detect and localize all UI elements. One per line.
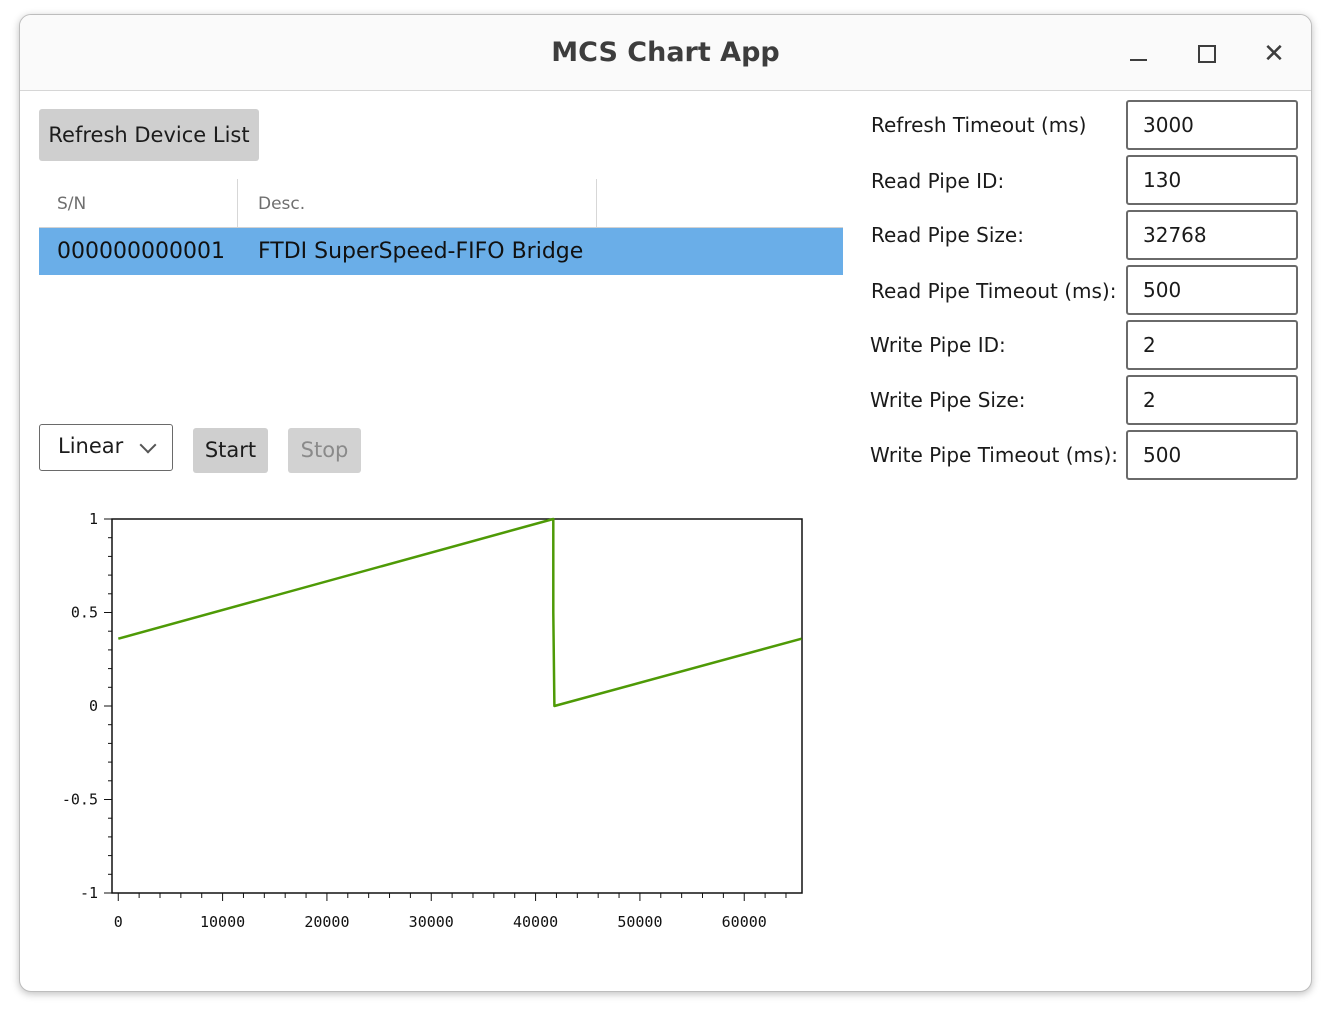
x-tick-label: 10000: [200, 913, 245, 931]
y-tick-label: 0.5: [71, 604, 98, 622]
start-button[interactable]: Start: [193, 428, 268, 473]
write-pipe-size-label: Write Pipe Size:: [870, 388, 1026, 412]
column-header-sn[interactable]: S/N: [39, 179, 238, 227]
read-pipe-timeout-label: Read Pipe Timeout (ms):: [871, 279, 1117, 303]
table-row[interactable]: 000000000001 FTDI SuperSpeed-FIFO Bridge: [39, 228, 843, 275]
y-tick-label: -1: [80, 884, 98, 902]
read-pipe-timeout-field[interactable]: [1126, 265, 1298, 315]
y-tick-label: 0: [89, 697, 98, 715]
read-pipe-size-label: Read Pipe Size:: [871, 223, 1024, 247]
write-pipe-id-field[interactable]: [1126, 320, 1298, 370]
maximize-icon: [1198, 45, 1216, 63]
x-tick-label: 50000: [617, 913, 662, 931]
mode-select-value: Linear: [58, 434, 124, 458]
write-pipe-size-field[interactable]: [1126, 375, 1298, 425]
device-desc-cell: FTDI SuperSpeed-FIFO Bridge: [258, 239, 584, 264]
refresh-timeout-label: Refresh Timeout (ms): [871, 113, 1087, 137]
plot-frame: [111, 518, 803, 894]
window-title: MCS Chart App: [551, 37, 780, 68]
y-tick-label: 1: [89, 510, 98, 528]
minimize-button[interactable]: [1121, 37, 1155, 71]
title-bar[interactable]: MCS Chart App ✕: [20, 15, 1311, 91]
close-icon: ✕: [1263, 39, 1285, 69]
x-tick-label: 0: [114, 913, 123, 931]
device-serial-cell: 000000000001: [57, 239, 225, 264]
read-pipe-size-field[interactable]: [1126, 210, 1298, 260]
signal-chart: 1 0.5 0 -0.5 -1 0 10000 20000 30000 40000 50000 600…: [62, 510, 803, 931]
stop-button[interactable]: Stop: [288, 428, 361, 473]
app-window: MCS Chart App ✕ Refresh Device List S/N …: [19, 14, 1312, 992]
write-pipe-timeout-field[interactable]: [1126, 430, 1298, 480]
read-pipe-id-label: Read Pipe ID:: [871, 169, 1005, 193]
x-tick-label: 40000: [513, 913, 558, 931]
mode-select[interactable]: Linear: [39, 424, 173, 471]
read-pipe-id-field[interactable]: [1126, 155, 1298, 205]
device-table-header: S/N Desc.: [39, 179, 843, 229]
close-button[interactable]: ✕: [1257, 37, 1291, 71]
maximize-button[interactable]: [1189, 37, 1223, 71]
refresh-device-list-button[interactable]: Refresh Device List: [39, 109, 259, 161]
minimize-icon: [1130, 59, 1147, 61]
column-header-desc[interactable]: Desc.: [238, 179, 597, 227]
write-pipe-id-label: Write Pipe ID:: [870, 333, 1006, 357]
x-tick-label: 30000: [409, 913, 454, 931]
x-tick-label: 20000: [304, 913, 349, 931]
y-tick-label: -0.5: [62, 791, 98, 809]
x-tick-label: 60000: [722, 913, 767, 931]
chevron-down-icon: [139, 436, 157, 454]
column-header-empty[interactable]: [597, 179, 843, 227]
write-pipe-timeout-label: Write Pipe Timeout (ms):: [870, 443, 1118, 467]
refresh-timeout-field[interactable]: [1126, 100, 1298, 150]
